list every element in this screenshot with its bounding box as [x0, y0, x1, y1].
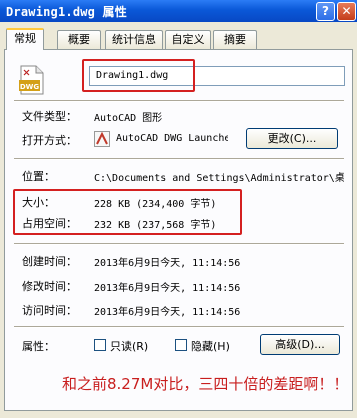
- change-button[interactable]: 更改(C)...: [246, 128, 338, 149]
- help-button[interactable]: ?: [316, 2, 335, 21]
- attributes-label: 属性：: [22, 340, 55, 353]
- hidden-label: 隐藏(H): [191, 340, 230, 353]
- separator: [14, 158, 344, 160]
- readonly-checkbox-box[interactable]: [94, 339, 106, 351]
- size-highlight-box: [13, 189, 242, 235]
- opens-with-label: 打开方式：: [22, 134, 77, 147]
- annotation-text: 和之前8.27M对比，三四十倍的差距啊！！: [62, 375, 349, 393]
- readonly-label: 只读(R): [110, 340, 149, 353]
- modified-value: 2013年6月9日今天, 11:14:56: [94, 283, 241, 294]
- location-value: C:\Documents and Settings\Administrator\…: [94, 173, 344, 184]
- close-icon: ✕: [341, 4, 352, 18]
- tab-custom[interactable]: 自定义: [165, 30, 211, 49]
- title-bar[interactable]: Drawing1.dwg 属性 ? ✕: [0, 0, 357, 22]
- tab-general[interactable]: 常规: [6, 28, 44, 50]
- file-type-label: 文件类型：: [22, 110, 77, 123]
- hidden-checkbox-box[interactable]: [175, 339, 187, 351]
- tab-abstract[interactable]: 摘要: [213, 30, 257, 49]
- window-title: Drawing1.dwg 属性: [6, 5, 127, 19]
- opens-with-value: AutoCAD DWG Launche: [116, 133, 228, 144]
- accessed-label: 访问时间：: [22, 304, 77, 317]
- file-type-value: AutoCAD 图形: [94, 113, 163, 124]
- modified-label: 修改时间：: [22, 280, 77, 293]
- filename-highlight-box: [82, 59, 195, 92]
- created-label: 创建时间：: [22, 255, 77, 268]
- separator: [14, 326, 344, 328]
- location-label: 位置：: [22, 170, 55, 183]
- tab-summary[interactable]: 概要: [57, 30, 101, 49]
- separator: [14, 243, 344, 245]
- accessed-value: 2013年6月9日今天, 11:14:56: [94, 307, 241, 318]
- separator: [14, 100, 344, 102]
- autocad-app-icon: [94, 131, 110, 147]
- advanced-button[interactable]: 高级(D)...: [260, 334, 340, 355]
- question-icon: ?: [322, 4, 329, 18]
- close-button[interactable]: ✕: [337, 2, 356, 21]
- dwg-file-icon: DWG: [19, 65, 44, 95]
- created-value: 2013年6月9日今天, 11:14:56: [94, 258, 241, 269]
- tab-statistics[interactable]: 统计信息: [105, 30, 163, 49]
- properties-dialog: Drawing1.dwg 属性 ? ✕ 常规 概要 统计信息 自定义 摘要 DW…: [0, 0, 357, 418]
- svg-text:DWG: DWG: [20, 83, 40, 91]
